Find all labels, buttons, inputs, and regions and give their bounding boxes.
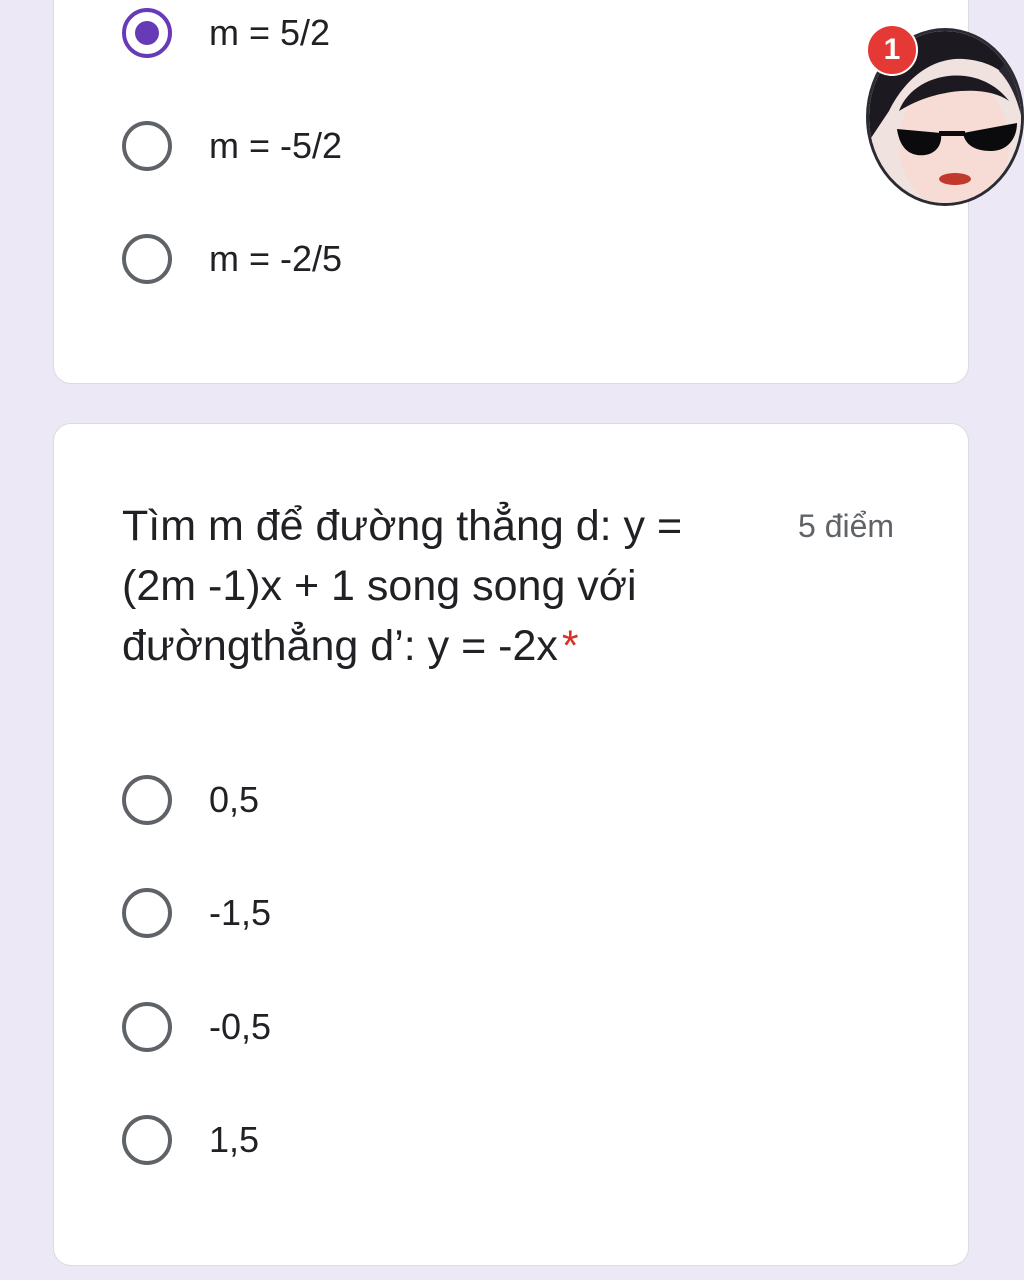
answer-option-1[interactable]: 0,5 <box>122 770 259 830</box>
option-label: m = -2/5 <box>209 238 343 279</box>
radio-selected-icon[interactable] <box>122 8 172 58</box>
option-label: 1,5 <box>209 1119 260 1160</box>
option-label: -0,5 <box>209 1006 272 1047</box>
radio-unselected-icon[interactable] <box>122 1002 172 1052</box>
notification-badge: 1 <box>866 24 918 76</box>
radio-unselected-icon[interactable] <box>122 775 172 825</box>
previous-option-2[interactable]: m = -5/2 <box>122 116 342 176</box>
radio-unselected-icon[interactable] <box>122 1115 172 1165</box>
option-label: m = 5/2 <box>209 12 331 53</box>
question-text: Tìm m để đường thẳng d: y = (2m -1)x + 1… <box>122 502 683 670</box>
radio-unselected-icon[interactable] <box>122 121 172 171</box>
question-title: Tìm m để đường thẳng d: y = (2m -1)x + 1… <box>122 496 762 676</box>
required-marker: * <box>561 622 579 670</box>
answer-option-4[interactable]: 1,5 <box>122 1110 259 1170</box>
radio-unselected-icon[interactable] <box>122 888 172 938</box>
previous-option-3[interactable]: m = -2/5 <box>122 229 342 289</box>
question-card: Tìm m để đường thẳng d: y = (2m -1)x + 1… <box>53 423 969 1266</box>
points-label: 5 điểm <box>798 508 895 544</box>
previous-question-card: m = 5/2 m = -5/2 m = -2/5 <box>53 0 969 384</box>
answer-option-3[interactable]: -0,5 <box>122 997 271 1057</box>
option-label: m = -5/2 <box>209 125 343 166</box>
chat-head[interactable]: 1 <box>866 24 1024 208</box>
option-label: 0,5 <box>209 779 260 820</box>
radio-unselected-icon[interactable] <box>122 234 172 284</box>
previous-option-1[interactable]: m = 5/2 <box>122 3 330 63</box>
answer-option-2[interactable]: -1,5 <box>122 883 271 943</box>
option-label: -1,5 <box>209 892 272 933</box>
